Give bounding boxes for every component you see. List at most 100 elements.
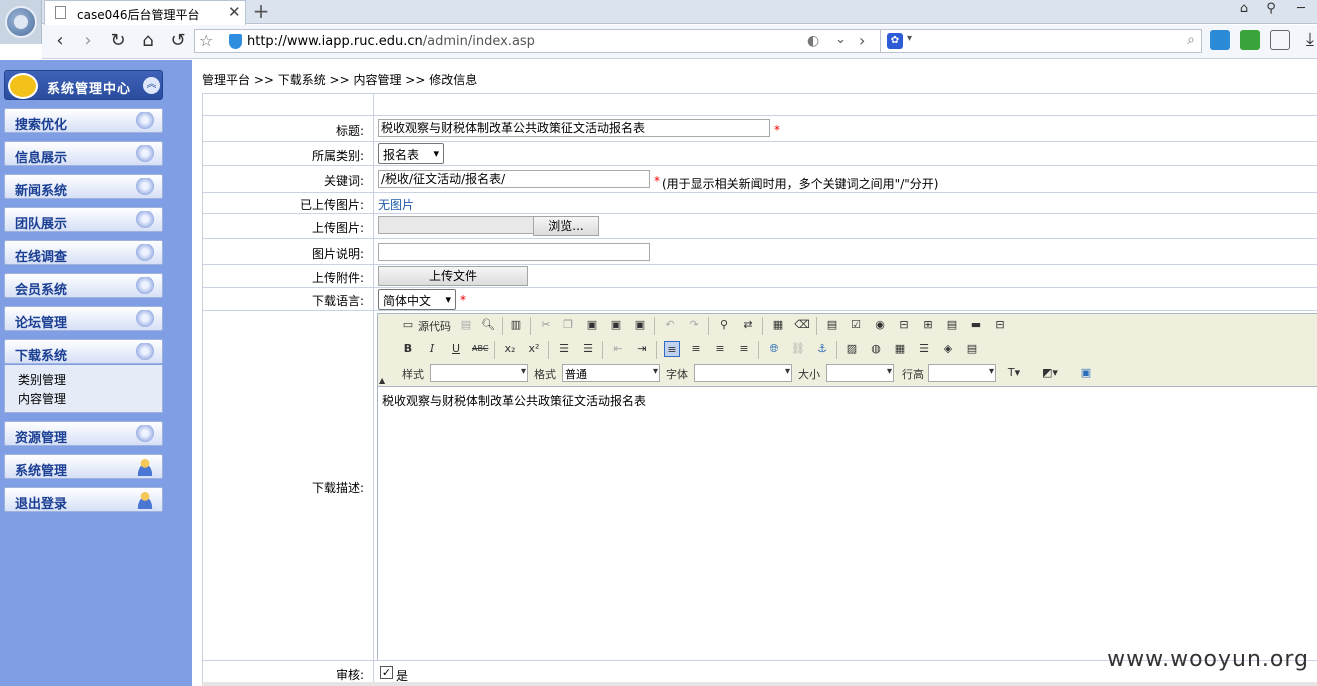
align-center-icon[interactable]: ≡	[688, 341, 704, 357]
bulleted-list-icon[interactable]: ☰	[580, 341, 596, 357]
subscript-icon[interactable]: x₂	[502, 341, 518, 357]
submenu-item-content[interactable]: 内容管理	[18, 390, 66, 407]
chevron-down-icon[interactable]: ⌄	[835, 32, 846, 47]
format-combo[interactable]: 普通	[562, 364, 660, 382]
search-box[interactable]: ✿ ▾ ⌕	[880, 29, 1202, 53]
screenshot-icon[interactable]	[1240, 30, 1260, 50]
checkbox-icon[interactable]: ☑	[848, 317, 864, 333]
download-icon[interactable]: ⤓	[1298, 28, 1317, 52]
horizontal-rule-icon[interactable]: ☰	[916, 341, 932, 357]
forward-icon[interactable]: ›	[76, 29, 100, 53]
new-page-icon[interactable]: ▥	[508, 317, 524, 333]
url-text[interactable]: http://www.iapp.ruc.edu.cn/admin/index.a…	[247, 34, 535, 49]
size-combo[interactable]	[826, 364, 894, 382]
superscript-icon[interactable]: x²	[526, 341, 542, 357]
image-desc-input[interactable]	[378, 243, 650, 261]
collapse-toggle-icon[interactable]: ︽	[143, 77, 160, 94]
toolbar-collapse-icon[interactable]: ▲	[379, 376, 385, 385]
category-select[interactable]: 报名表 ▾	[378, 143, 444, 164]
browse-button[interactable]: 浏览...	[533, 216, 599, 236]
bookmark-add-icon[interactable]	[1270, 30, 1290, 50]
hidden-field-icon[interactable]: ⊟	[992, 317, 1008, 333]
sidebar-toggle-icon[interactable]	[1210, 30, 1230, 50]
sidebar-item-info-display[interactable]: 信息展示	[4, 141, 163, 166]
redo-icon[interactable]: ↷	[686, 317, 702, 333]
favorite-star-icon[interactable]: ☆	[199, 31, 213, 50]
browser-logo[interactable]	[0, 0, 42, 44]
line-height-combo[interactable]	[928, 364, 996, 382]
review-checkbox[interactable]: ✓	[380, 666, 393, 679]
text-color-icon[interactable]: T▾	[1006, 365, 1022, 381]
underline-icon[interactable]: U	[448, 341, 464, 357]
sidebar-item-forum[interactable]: 论坛管理	[4, 306, 163, 331]
remove-format-icon[interactable]: ⌫	[794, 317, 810, 333]
home-icon[interactable]: ⌂	[136, 29, 160, 53]
style-combo[interactable]	[430, 364, 528, 382]
replace-icon[interactable]: ⇄	[740, 317, 756, 333]
form-icon[interactable]: ▤	[824, 317, 840, 333]
sidebar-item-logout[interactable]: 退出登录	[4, 487, 163, 512]
cut-icon[interactable]: ✂	[538, 317, 554, 333]
sidebar-header[interactable]: 系统管理中心 ︽	[4, 70, 163, 100]
sidebar-item-downloads[interactable]: 下载系统	[4, 339, 163, 364]
link-icon[interactable]: 🌐︎	[766, 341, 782, 357]
unlink-icon[interactable]: ⛓	[790, 341, 806, 357]
radio-icon[interactable]: ◉	[872, 317, 888, 333]
lock-icon[interactable]: ⌂	[1233, 1, 1255, 16]
file-path-input[interactable]	[378, 216, 534, 234]
indent-icon[interactable]: ⇥	[634, 341, 650, 357]
sidebar-item-news[interactable]: 新闻系统	[4, 174, 163, 199]
sidebar-item-resources[interactable]: 资源管理	[4, 421, 163, 446]
search-icon[interactable]: ⌕	[1187, 32, 1195, 48]
source-code-button[interactable]: 源代码	[418, 318, 451, 334]
outdent-icon[interactable]: ⇤	[610, 341, 626, 357]
language-select[interactable]: 简体中文 ▾	[378, 289, 456, 310]
back-icon[interactable]: ‹	[48, 29, 72, 53]
special-char-icon[interactable]: ▤	[964, 341, 980, 357]
save-icon[interactable]: ▤	[458, 317, 474, 333]
submenu-item-categories[interactable]: 类别管理	[18, 371, 66, 388]
align-left-icon[interactable]: ≡	[664, 341, 680, 357]
undo-icon[interactable]: ↺	[166, 29, 190, 53]
align-justify-icon[interactable]: ≡	[736, 341, 752, 357]
sidebar-item-team[interactable]: 团队展示	[4, 207, 163, 232]
button-field-icon[interactable]: ▬	[968, 317, 984, 333]
text-field-icon[interactable]: ⊟	[896, 317, 912, 333]
keywords-input[interactable]: /税收/征文活动/报名表/	[378, 170, 650, 188]
paste-word-icon[interactable]: ▣	[632, 317, 648, 333]
image-icon[interactable]: ▨	[844, 341, 860, 357]
background-color-icon[interactable]: ◩▾	[1042, 365, 1058, 381]
title-input[interactable]: 税收观察与财税体制改革公共政策征文活动报名表	[378, 119, 770, 137]
new-tab-button[interactable]: +	[250, 1, 272, 23]
close-tab-icon[interactable]: ✕	[228, 3, 241, 21]
paste-icon[interactable]: ▣	[584, 317, 600, 333]
flash-icon[interactable]: ◍	[868, 341, 884, 357]
refresh-icon[interactable]: ↻	[106, 29, 130, 53]
preview-icon[interactable]: 🔍︎	[480, 317, 496, 333]
upload-file-button[interactable]: 上传文件	[378, 266, 528, 286]
paste-text-icon[interactable]: ▣	[608, 317, 624, 333]
search-engine-icon[interactable]: ✿	[887, 33, 903, 49]
smiley-icon[interactable]: ◈	[940, 341, 956, 357]
textarea-icon[interactable]: ⊞	[920, 317, 936, 333]
horizontal-scrollbar[interactable]	[202, 682, 1317, 686]
go-forward-icon[interactable]: ›	[859, 31, 865, 50]
italic-icon[interactable]: I	[424, 341, 440, 357]
align-right-icon[interactable]: ≡	[712, 341, 728, 357]
browser-tab[interactable]: case046后台管理平台 ✕	[44, 0, 246, 25]
sidebar-item-system[interactable]: 系统管理	[4, 454, 163, 479]
numbered-list-icon[interactable]: ☰	[556, 341, 572, 357]
uploaded-image-value[interactable]: 无图片	[378, 196, 414, 213]
maximize-icon[interactable]: ▣	[1078, 365, 1094, 381]
compat-mode-icon[interactable]: ◐	[807, 33, 819, 49]
undo-icon[interactable]: ↶	[662, 317, 678, 333]
shirt-icon[interactable]: ⚲	[1260, 1, 1282, 16]
sidebar-item-survey[interactable]: 在线调查	[4, 240, 163, 265]
copy-icon[interactable]: ❐	[560, 317, 576, 333]
sidebar-item-seo[interactable]: 搜索优化	[4, 108, 163, 133]
source-code-icon[interactable]: ▭	[400, 317, 416, 333]
select-field-icon[interactable]: ▤	[944, 317, 960, 333]
minimize-icon[interactable]: ─	[1290, 1, 1312, 16]
url-bar[interactable]: ☆ http://www.iapp.ruc.edu.cn/admin/index…	[194, 29, 890, 53]
editor-content[interactable]: 税收观察与财税体制改革公共政策征文活动报名表	[382, 392, 646, 409]
